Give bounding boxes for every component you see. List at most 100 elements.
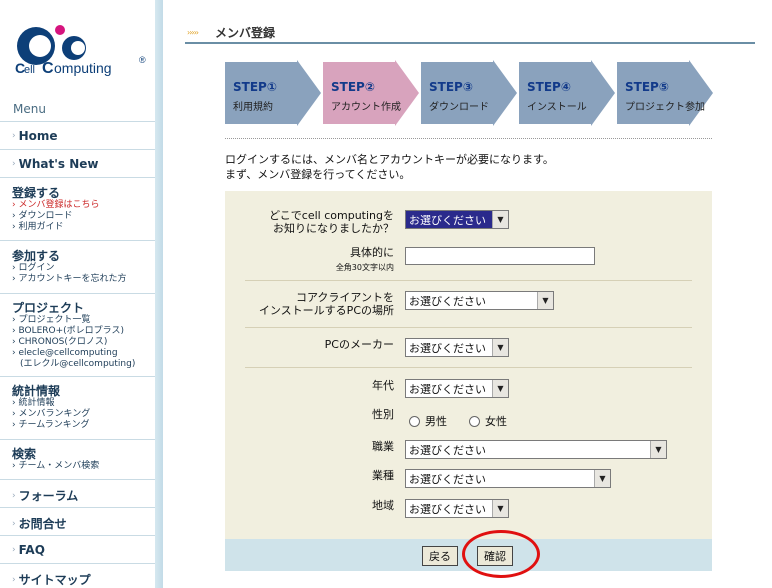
step-1: STEP① 利用規約: [225, 60, 323, 126]
sidebar-item-label: What's New: [18, 157, 99, 171]
radio-circle-icon: [409, 415, 420, 427]
divider: [245, 280, 692, 281]
chevron-down-icon: ▼: [537, 292, 553, 309]
sidebar: C ell C omputing ® Menu › Home › What's Ne…: [0, 0, 163, 588]
select-value: お選びください: [409, 295, 486, 308]
chevron-down-icon: ▼: [492, 339, 508, 356]
step-indicator: STEP① 利用規約 STEP② アカウント作成 STEP③ ダウンロード ST…: [225, 60, 715, 126]
detail-input[interactable]: [405, 247, 595, 265]
step-label: ダウンロード: [429, 102, 489, 113]
select-value: お選びください: [409, 214, 486, 227]
divider: [245, 327, 692, 328]
detail-label: 具体的に: [350, 246, 394, 259]
arrow-icon: ›: [12, 131, 16, 141]
sidebar-link-team-ranking[interactable]: › チームランキング: [12, 419, 89, 431]
arrow-icon: ›: [12, 159, 16, 169]
page-title: メンバ登録: [215, 26, 276, 40]
chevron-down-icon: ▼: [492, 500, 508, 517]
sidebar-item-label: フォーラム: [18, 489, 79, 503]
step-heading: STEP⑤: [625, 80, 669, 94]
intro-text: ログインするには、メンバ名とアカウントキーが必要になります。 まず、メンバ登録を…: [225, 152, 554, 182]
step-heading: STEP①: [233, 80, 277, 94]
sidebar-link-team-member-search[interactable]: › チーム・メンバ検索: [12, 460, 99, 472]
sidebar-link-guide[interactable]: › 利用ガイド: [12, 221, 63, 233]
title-dots-icon: ›››››: [187, 28, 199, 37]
svg-text:omputing: omputing: [54, 60, 112, 76]
step-heading: STEP④: [527, 80, 571, 94]
cell-computing-logo[interactable]: C ell C omputing ®: [14, 18, 154, 83]
divider: [245, 367, 692, 368]
select-value: お選びください: [409, 444, 486, 457]
step-2: STEP② アカウント作成: [323, 60, 421, 126]
divider: [0, 121, 155, 122]
radio-label: 男性: [425, 415, 447, 428]
step-3: STEP③ ダウンロード: [421, 60, 519, 126]
divider: [0, 507, 155, 508]
sidebar-item-faq[interactable]: › FAQ: [12, 543, 45, 557]
sidebar-item-whats-new[interactable]: › What's New: [12, 157, 98, 171]
radio-circle-icon: [469, 415, 480, 427]
sidebar-item-contact[interactable]: › お問合せ: [12, 515, 67, 532]
arrow-icon: ›: [12, 574, 16, 585]
sidebar-item-label: Home: [18, 129, 58, 143]
install-location-select[interactable]: お選びください ▼: [405, 291, 554, 310]
intro-line: ログインするには、メンバ名とアカウントキーが必要になります。: [225, 153, 554, 166]
step-heading: STEP②: [331, 80, 375, 94]
occupation-select[interactable]: お選びください ▼: [405, 440, 667, 459]
divider: [0, 439, 155, 440]
age-label: 年代: [372, 379, 394, 392]
industry-select[interactable]: お選びください ▼: [405, 469, 611, 488]
select-value: お選びください: [409, 473, 486, 486]
divider: [0, 177, 155, 178]
registration-form: どこでcell computingを お知りになりましたか？ お選びください ▼…: [225, 191, 712, 539]
arrow-icon: ›: [12, 518, 16, 529]
gender-label: 性別: [372, 408, 394, 421]
pc-maker-label: PCのメーカー: [324, 338, 394, 351]
sidebar-item-label: サイトマップ: [18, 573, 91, 587]
svg-text:C: C: [42, 60, 54, 77]
arrow-icon: ›: [12, 545, 16, 555]
sidebar-item-home[interactable]: › Home: [12, 129, 58, 143]
step-label: プロジェクト参加: [625, 102, 705, 113]
divider: [0, 149, 155, 150]
chevron-down-icon: ▼: [492, 380, 508, 397]
sidebar-item-forum[interactable]: › フォーラム: [12, 487, 78, 504]
sidebar-item-label: FAQ: [18, 543, 45, 557]
occupation-label: 職業: [372, 440, 394, 453]
divider: [0, 240, 155, 241]
step-heading: STEP③: [429, 80, 473, 94]
step-4: STEP④ インストール: [519, 60, 617, 126]
sidebar-link-forgot-key[interactable]: › アカウントキーを忘れた方: [12, 273, 126, 285]
divider: [0, 535, 155, 536]
step-5: STEP⑤ プロジェクト参加: [617, 60, 715, 126]
radio-label: 女性: [485, 415, 507, 428]
step-label: 利用規約: [233, 102, 273, 113]
svg-text:ell: ell: [24, 64, 35, 76]
gender-male-radio[interactable]: 男性: [409, 413, 447, 429]
pc-maker-select[interactable]: お選びください ▼: [405, 338, 509, 357]
divider: [0, 293, 155, 294]
chevron-down-icon: ▼: [492, 211, 508, 228]
sidebar-item-sitemap[interactable]: › サイトマップ: [12, 571, 91, 588]
logo-mark: C ell C omputing ®: [15, 25, 146, 77]
chevron-down-icon: ▼: [650, 441, 666, 458]
region-select[interactable]: お選びください ▼: [405, 499, 509, 518]
highlight-circle: [462, 530, 540, 578]
page-title-bar: ››››› メンバ登録: [185, 22, 755, 44]
gender-female-radio[interactable]: 女性: [469, 413, 507, 429]
sidebar-link-elecle-kana[interactable]: (エレクル@cellcomputing): [20, 358, 135, 370]
select-value: お選びください: [409, 383, 486, 396]
select-value: お選びください: [409, 342, 486, 355]
svg-text:®: ®: [139, 55, 146, 65]
back-button[interactable]: 戻る: [422, 546, 458, 566]
source-select[interactable]: お選びください ▼: [405, 210, 509, 229]
divider: [0, 563, 155, 564]
step-label: インストール: [527, 102, 587, 113]
select-value: お選びください: [409, 503, 486, 516]
divider: [0, 479, 155, 480]
step-label: アカウント作成: [331, 102, 401, 113]
source-label: どこでcell computingを お知りになりましたか？: [269, 209, 394, 235]
age-select[interactable]: お選びください ▼: [405, 379, 509, 398]
divider: [0, 376, 155, 377]
chevron-down-icon: ▼: [594, 470, 610, 487]
